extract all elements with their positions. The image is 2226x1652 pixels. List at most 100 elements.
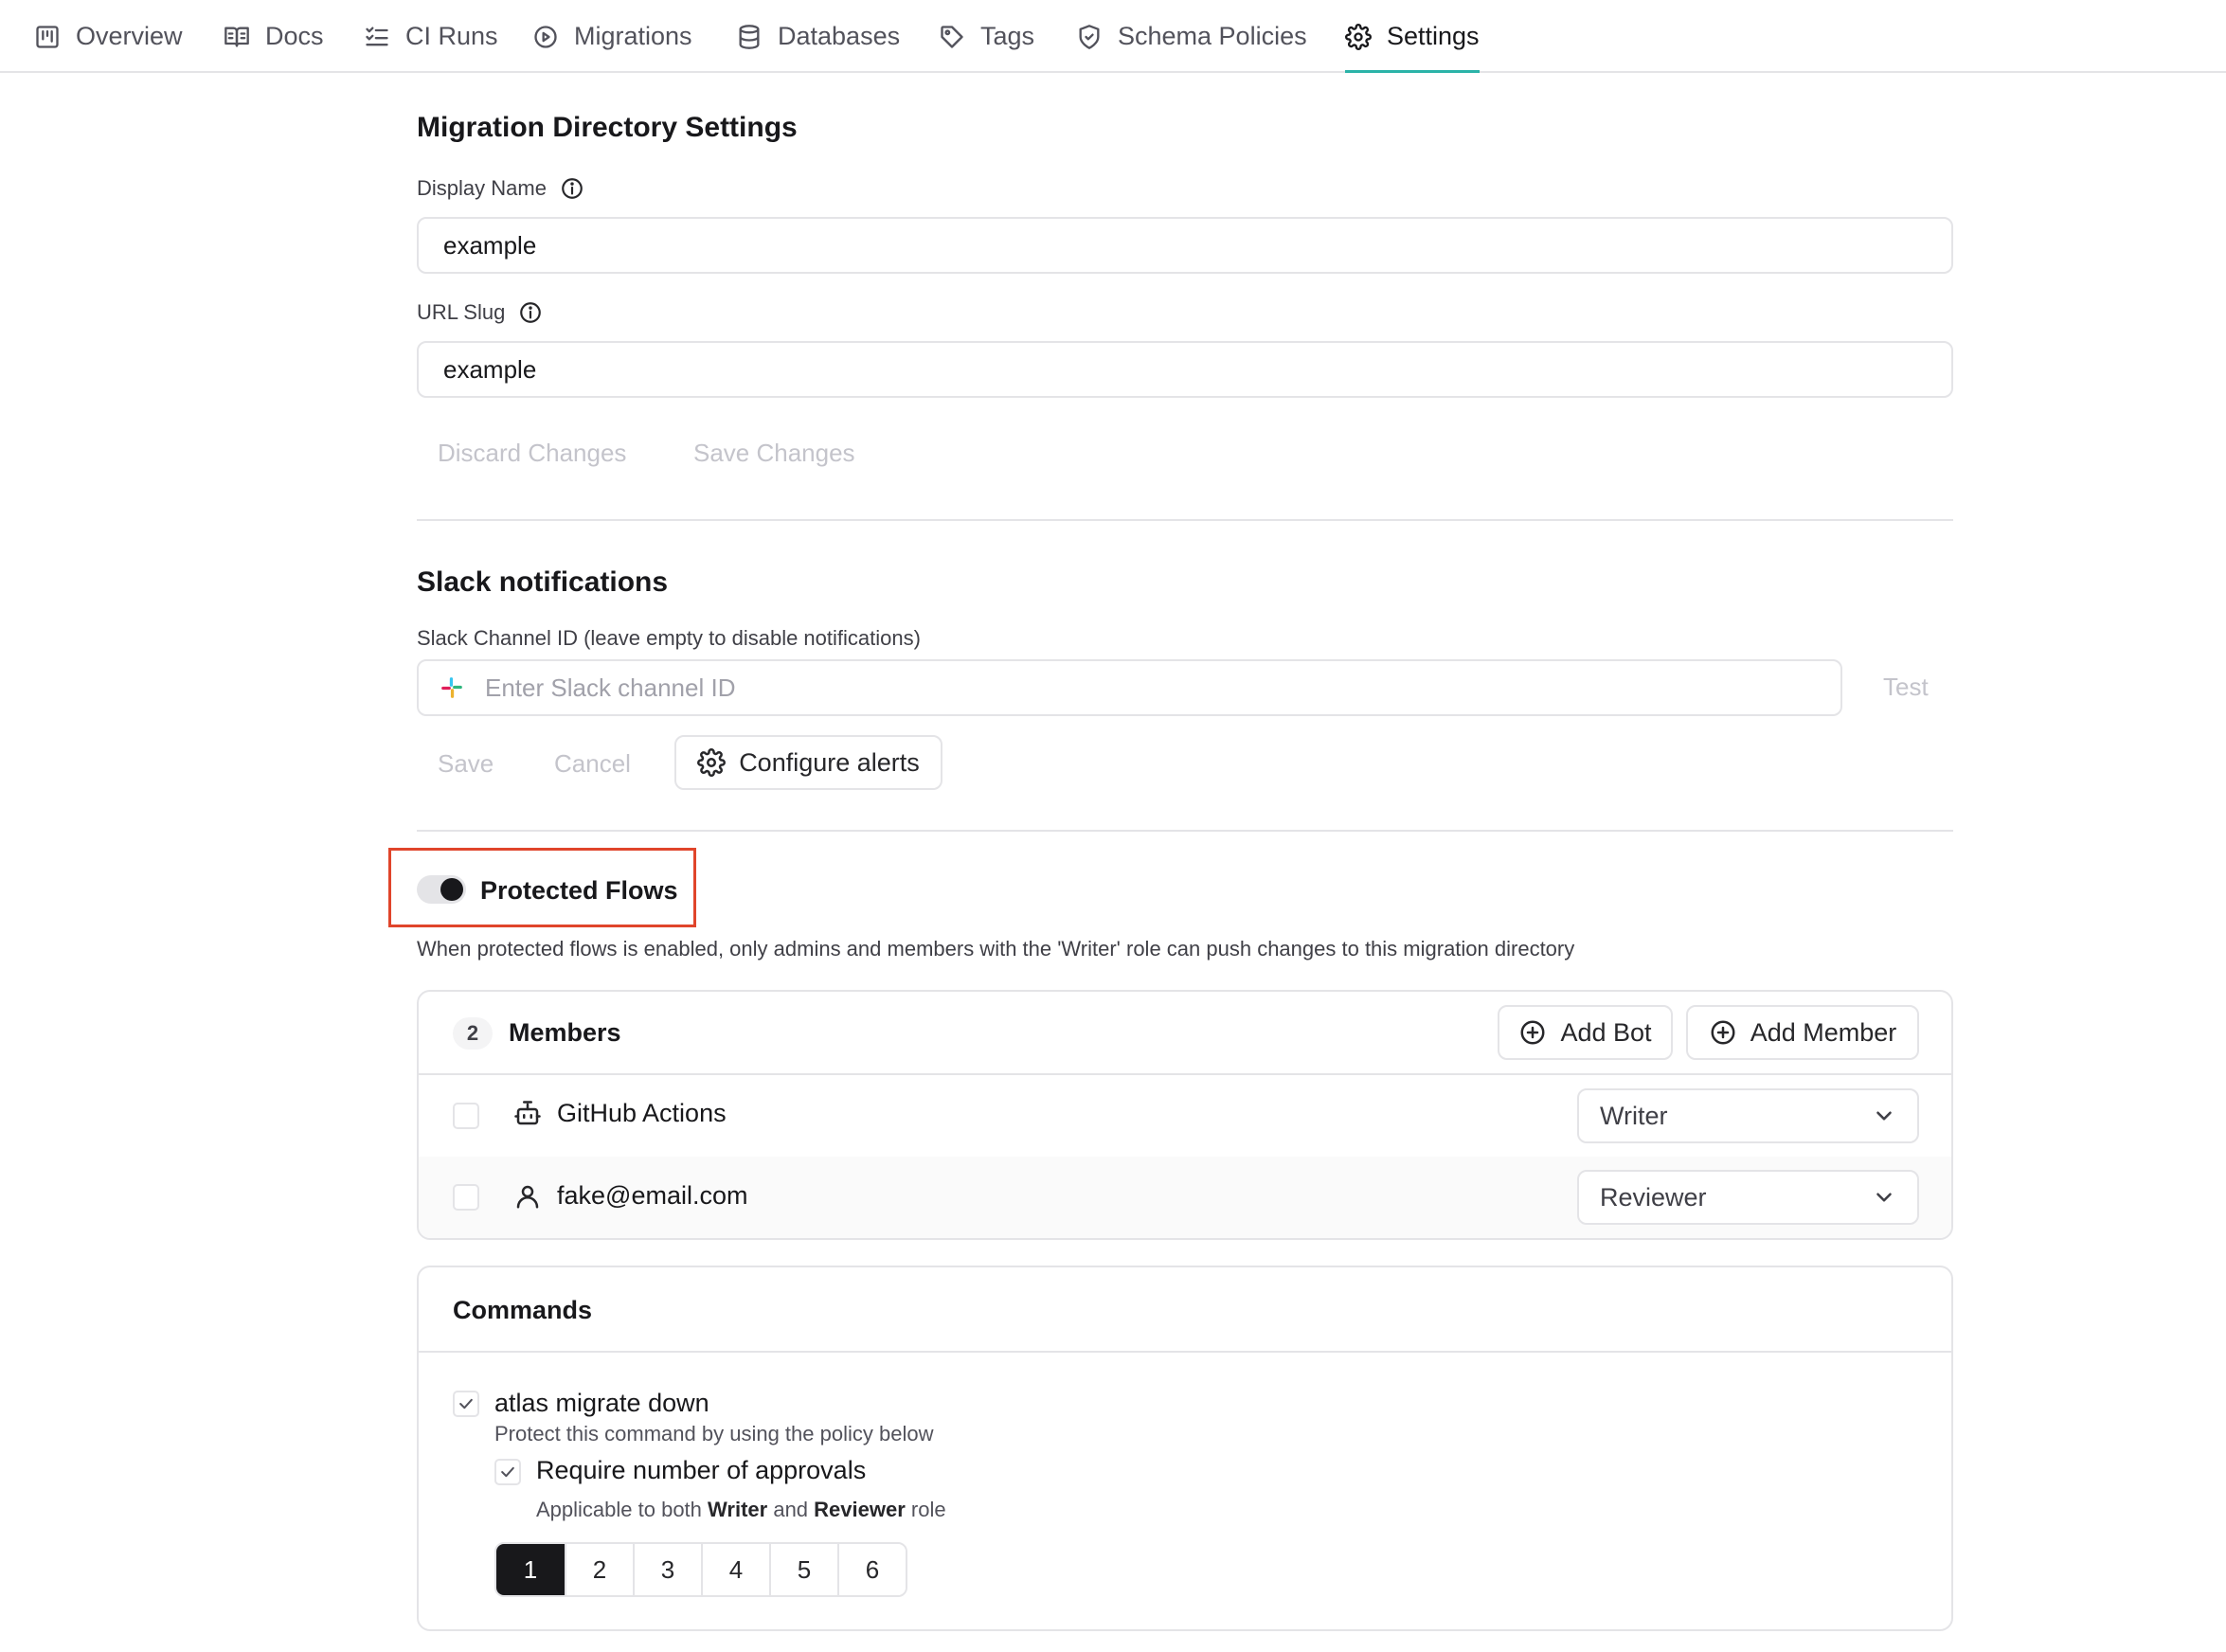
active-tab-indicator [1345, 70, 1480, 73]
slack-cancel-button[interactable]: Cancel [554, 749, 631, 779]
bot-icon [514, 1100, 541, 1124]
member-name-text: fake@email.com [557, 1181, 748, 1210]
slack-test-button[interactable]: Test [1883, 673, 1929, 702]
role-select-value: Writer [1600, 1101, 1668, 1130]
add-member-button[interactable]: Add Member [1686, 1005, 1919, 1060]
book-icon [224, 27, 249, 46]
add-bot-button[interactable]: Add Bot [1498, 1005, 1673, 1060]
command-checkbox[interactable] [453, 1391, 479, 1417]
plus-circle-icon [1711, 1020, 1735, 1045]
approval-option-6[interactable]: 6 [837, 1544, 906, 1595]
applicable-prefix: Applicable to both [536, 1498, 702, 1521]
check-icon [501, 1466, 514, 1478]
slack-icon [441, 677, 462, 698]
tab-label: Migrations [574, 22, 692, 50]
tab-docs[interactable]: Docs [224, 0, 324, 73]
url-slug-label-text: URL Slug [417, 300, 506, 324]
play-circle-icon [534, 25, 557, 48]
url-slug-input[interactable]: example [417, 341, 1953, 398]
gear-icon [1345, 23, 1372, 50]
member-name: GitHub Actions [513, 1099, 727, 1128]
protected-flows-toggle[interactable] [417, 875, 466, 904]
url-slug-label: URL Slug [417, 300, 543, 325]
section-title-directory: Migration Directory Settings [417, 112, 798, 143]
approvals-checkbox[interactable] [494, 1459, 521, 1485]
add-member-label: Add Member [1750, 1017, 1897, 1047]
approvals-segmented-control: 1 2 3 4 5 6 [494, 1542, 907, 1597]
approvals-label: Require number of approvals [536, 1456, 867, 1484]
display-name-input[interactable]: example [417, 217, 1953, 274]
top-nav: Overview Docs CI Runs Migrations Databas… [0, 0, 2226, 73]
protected-flows-description: When protected flows is enabled, only ad… [417, 937, 1575, 961]
chevron-down-icon [1876, 1193, 1892, 1202]
discard-changes-button[interactable]: Discard Changes [438, 439, 626, 468]
table-row: fake@email.com Reviewer [419, 1157, 1951, 1238]
applicable-suffix: role [910, 1498, 946, 1521]
approval-option-4[interactable]: 4 [701, 1544, 769, 1595]
member-name: fake@email.com [513, 1181, 747, 1211]
tab-label: Databases [778, 22, 901, 50]
tab-tags[interactable]: Tags [939, 0, 1034, 73]
tab-label: Overview [76, 22, 183, 50]
tab-overview[interactable]: Overview [34, 0, 183, 73]
tab-ci-runs[interactable]: CI Runs [364, 0, 498, 73]
tab-label: Docs [265, 22, 324, 50]
command-description: Protect this command by using the policy… [494, 1422, 934, 1446]
display-name-label: Display Name [417, 176, 584, 201]
section-title-slack: Slack notifications [417, 566, 669, 598]
info-icon[interactable] [560, 176, 584, 201]
slack-channel-placeholder: Enter Slack channel ID [485, 673, 736, 702]
members-title: Members [509, 1018, 621, 1047]
protected-flows-title: Protected Flows [480, 876, 678, 905]
tab-schema-policies[interactable]: Schema Policies [1076, 0, 1307, 73]
card-divider [419, 1351, 1951, 1353]
applicable-and: and [773, 1498, 809, 1521]
role-select[interactable]: Reviewer [1577, 1170, 1919, 1225]
plus-circle-icon [1520, 1020, 1545, 1045]
tab-settings[interactable]: Settings [1345, 0, 1480, 73]
tab-label: Tags [980, 22, 1035, 50]
approval-option-5[interactable]: 5 [769, 1544, 837, 1595]
kanban-icon [36, 25, 59, 48]
slack-save-button[interactable]: Save [438, 749, 494, 779]
table-row: GitHub Actions Writer [419, 1075, 1951, 1157]
tab-label: CI Runs [405, 22, 498, 50]
configure-alerts-button[interactable]: Configure alerts [674, 735, 942, 790]
commands-title: Commands [453, 1296, 593, 1324]
approval-option-2[interactable]: 2 [565, 1544, 633, 1595]
members-count-badge: 2 [453, 1017, 493, 1050]
role-select[interactable]: Writer [1577, 1088, 1919, 1143]
applicable-role-reviewer: Reviewer [814, 1498, 906, 1521]
member-row-checkbox[interactable] [453, 1103, 479, 1129]
section-divider [417, 519, 1953, 521]
tab-databases[interactable]: Databases [736, 0, 900, 73]
toggle-knob [440, 878, 463, 901]
check-icon [459, 1398, 473, 1410]
section-divider [417, 830, 1953, 832]
shield-check-icon [1079, 24, 1100, 49]
applicable-note: Applicable to both Writer and Reviewer r… [536, 1498, 946, 1522]
gear-icon [697, 748, 727, 777]
tab-migrations[interactable]: Migrations [532, 0, 692, 73]
applicable-role-writer: Writer [708, 1498, 768, 1521]
save-changes-button[interactable]: Save Changes [693, 439, 855, 468]
member-row-checkbox[interactable] [453, 1184, 479, 1211]
display-name-label-text: Display Name [417, 176, 547, 200]
approval-option-1[interactable]: 1 [496, 1544, 565, 1595]
command-name: atlas migrate down [494, 1389, 709, 1417]
tab-label: Settings [1387, 22, 1480, 50]
chevron-down-icon [1876, 1111, 1892, 1121]
members-card: 2 Members Add Bot Add Member GitHub Acti… [417, 990, 1953, 1240]
slack-channel-input[interactable]: Enter Slack channel ID [417, 659, 1842, 716]
database-icon [739, 24, 760, 49]
add-bot-label: Add Bot [1560, 1017, 1652, 1047]
list-check-icon [366, 27, 388, 45]
tag-icon [941, 25, 963, 48]
commands-card: Commands atlas migrate down Protect this… [417, 1266, 1953, 1631]
user-icon [516, 1185, 539, 1208]
info-icon[interactable] [518, 300, 543, 325]
member-name-text: GitHub Actions [557, 1099, 727, 1127]
configure-alerts-label: Configure alerts [739, 747, 920, 777]
tab-label: Schema Policies [1118, 22, 1307, 50]
approval-option-3[interactable]: 3 [633, 1544, 701, 1595]
